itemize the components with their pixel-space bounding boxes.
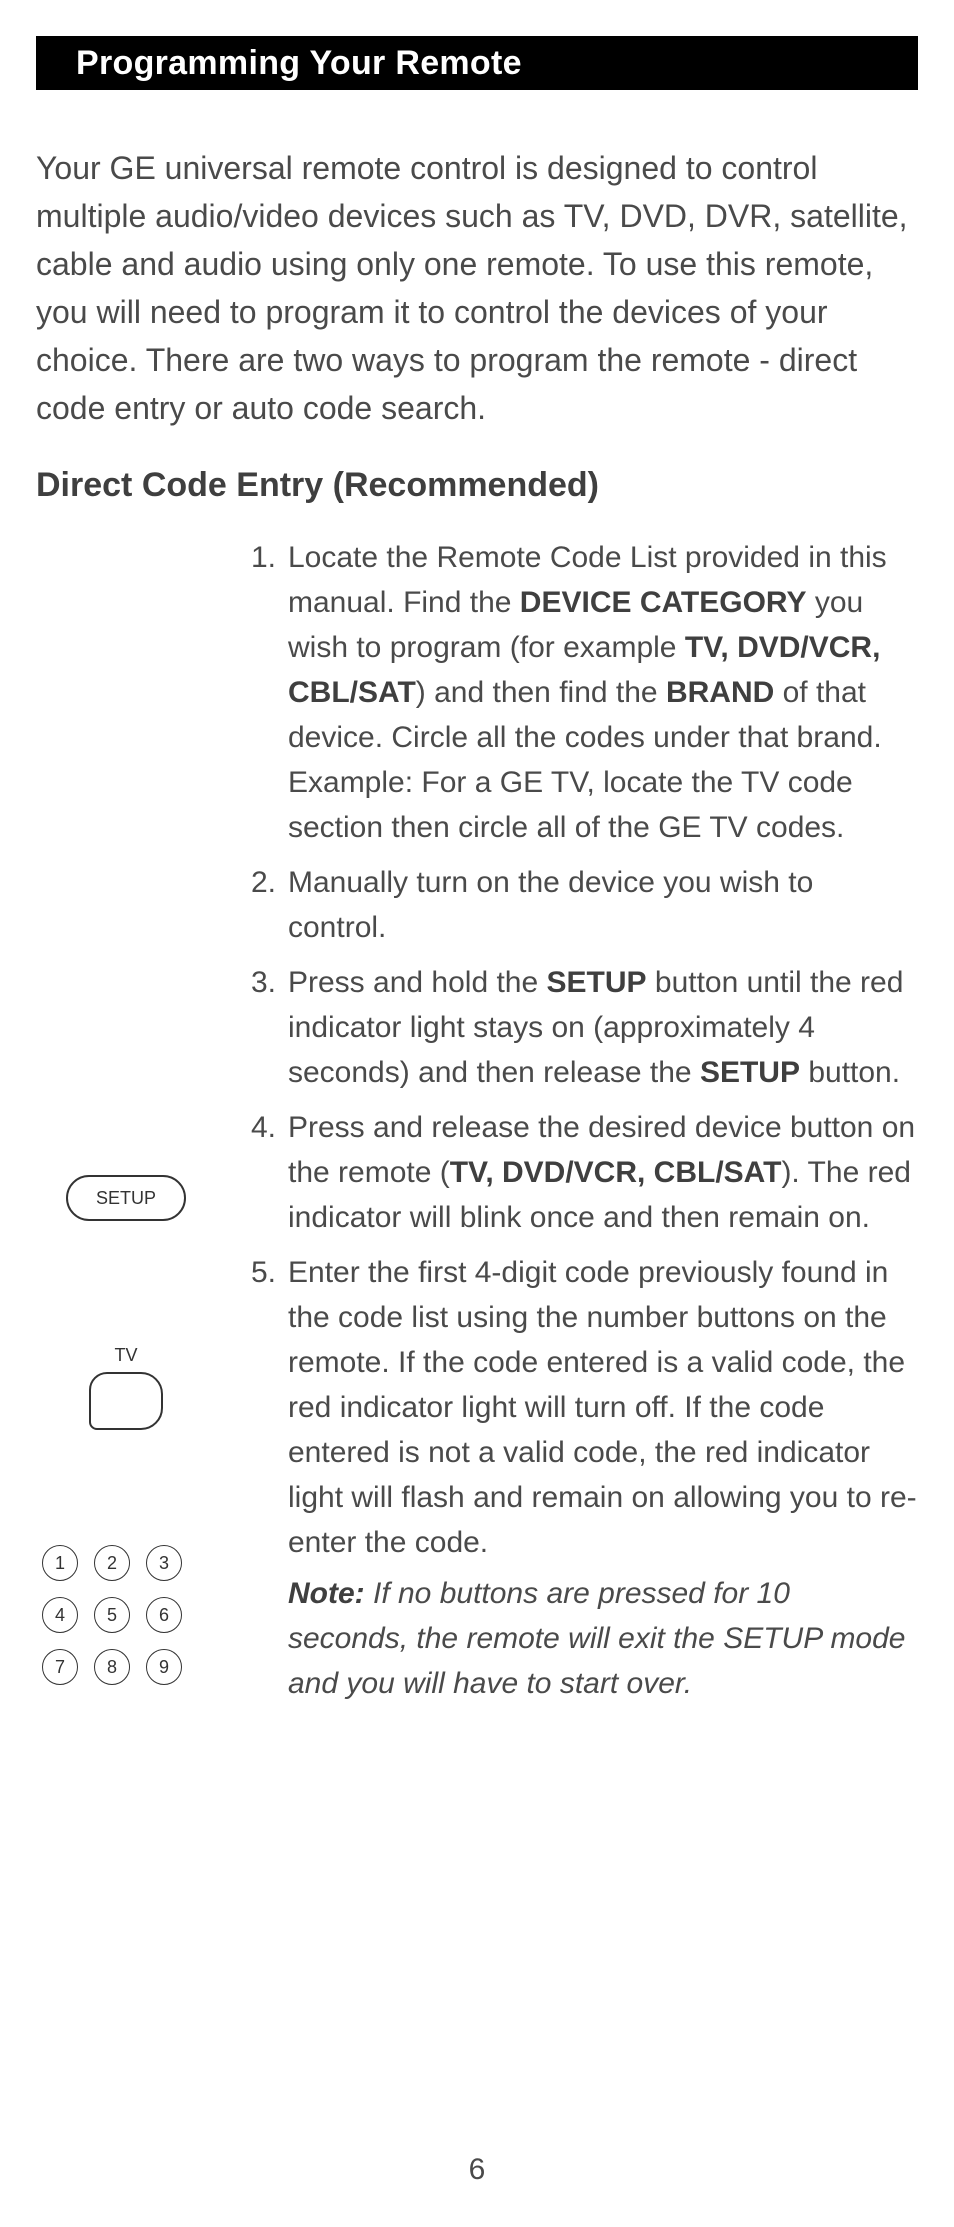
- page-number: 6: [0, 2153, 954, 2187]
- step-note: Note: If no buttons are pressed for 10 s…: [288, 1571, 918, 1706]
- illustration-column: SETUP TV 1 2 3 4 5 6 7 8: [36, 535, 216, 1716]
- keypad-key: 1: [42, 1545, 78, 1581]
- step-number: 2.: [240, 860, 288, 950]
- intro-paragraph: Your GE universal remote control is desi…: [36, 144, 918, 432]
- setup-button-label: SETUP: [96, 1188, 156, 1209]
- keypad-key: 8: [94, 1649, 130, 1685]
- setup-button-icon: SETUP: [66, 1175, 186, 1221]
- text-bold: BRAND: [666, 676, 774, 709]
- step-4: 4. Press and release the desired device …: [240, 1105, 918, 1240]
- keypad-key: 9: [146, 1649, 182, 1685]
- text-run: Enter the first 4-digit code previously …: [288, 1256, 917, 1559]
- keypad-key: 3: [146, 1545, 182, 1581]
- keypad-key: 4: [42, 1597, 78, 1633]
- tv-button-icon: [89, 1372, 163, 1430]
- section-heading: Programming Your Remote: [76, 44, 522, 83]
- keypad-grid: 1 2 3 4 5 6 7 8 9: [42, 1545, 182, 1685]
- step-text: Locate the Remote Code List provided in …: [288, 535, 918, 850]
- step-number: 1.: [240, 535, 288, 850]
- step-3: 3. Press and hold the SETUP button until…: [240, 960, 918, 1095]
- keypad-key: 7: [42, 1649, 78, 1685]
- note-label: Note:: [288, 1577, 365, 1610]
- note-text: If no buttons are pressed for 10 seconds…: [288, 1577, 906, 1700]
- steps-area: SETUP TV 1 2 3 4 5 6 7 8: [36, 535, 918, 1716]
- steps-list: 1. Locate the Remote Code List provided …: [240, 535, 918, 1716]
- step-text: Press and release the desired device but…: [288, 1105, 918, 1240]
- document-page: Programming Your Remote Your GE universa…: [0, 0, 954, 2227]
- step-text: Press and hold the SETUP button until th…: [288, 960, 918, 1095]
- step-text: Manually turn on the device you wish to …: [288, 860, 918, 950]
- text-bold: SETUP: [700, 1056, 800, 1089]
- step-number: 3.: [240, 960, 288, 1095]
- setup-button-illustration: SETUP: [36, 1175, 216, 1221]
- text-run: Press and hold the: [288, 966, 547, 999]
- keypad-illustration: 1 2 3 4 5 6 7 8 9: [36, 1545, 216, 1685]
- step-5: 5. Enter the first 4-digit code previous…: [240, 1250, 918, 1706]
- step-number: 5.: [240, 1250, 288, 1706]
- keypad-key: 2: [94, 1545, 130, 1581]
- tv-button-group: TV: [89, 1345, 163, 1430]
- step-text: Enter the first 4-digit code previously …: [288, 1250, 918, 1706]
- tv-button-illustration: TV: [36, 1345, 216, 1430]
- keypad-key: 5: [94, 1597, 130, 1633]
- step-1: 1. Locate the Remote Code List provided …: [240, 535, 918, 850]
- tv-button-label: TV: [114, 1345, 137, 1366]
- section-heading-bar: Programming Your Remote: [36, 36, 918, 90]
- text-bold: DEVICE CATEGORY: [520, 586, 807, 619]
- subsection-title: Direct Code Entry (Recommended): [36, 466, 918, 505]
- text-run: button.: [800, 1056, 900, 1089]
- step-number: 4.: [240, 1105, 288, 1240]
- text-run: ) and then find the: [416, 676, 666, 709]
- step-2: 2. Manually turn on the device you wish …: [240, 860, 918, 950]
- text-bold: TV, DVD/VCR, CBL/SAT: [450, 1156, 782, 1189]
- keypad-key: 6: [146, 1597, 182, 1633]
- text-bold: SETUP: [547, 966, 647, 999]
